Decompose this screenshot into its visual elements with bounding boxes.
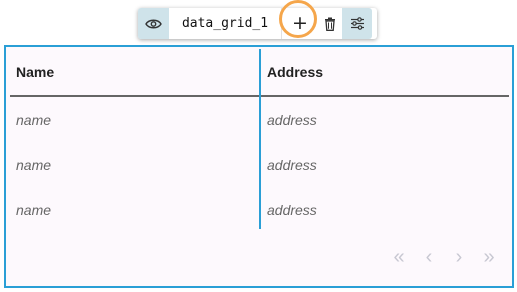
add-button[interactable]: + — [279, 0, 318, 39]
component-name-label[interactable]: data_grid_1 — [169, 8, 282, 39]
pagination: « ‹ › » — [390, 246, 498, 269]
eye-icon — [145, 19, 162, 28]
column-divider[interactable] — [259, 49, 261, 229]
highlight-ring — [279, 0, 317, 38]
next-page-button[interactable]: › — [450, 246, 468, 269]
data-grid-frame[interactable]: Name Address name address name address n… — [4, 45, 514, 288]
settings-button[interactable] — [342, 8, 372, 39]
address-cell: address — [267, 156, 317, 173]
data-grid: Name Address name address name address n… — [10, 49, 509, 232]
last-page-button[interactable]: » — [480, 246, 498, 269]
name-cell: name — [16, 201, 52, 218]
column-header-address[interactable]: Address — [260, 64, 509, 80]
first-page-button[interactable]: « — [390, 246, 408, 269]
trash-icon — [325, 17, 335, 31]
name-cell: name — [16, 111, 52, 128]
address-cell: address — [267, 201, 317, 218]
previous-page-button[interactable]: ‹ — [420, 246, 438, 269]
name-cell: name — [16, 156, 52, 173]
component-toolbar: data_grid_1 + — [138, 0, 377, 39]
sliders-icon — [350, 17, 364, 30]
visibility-toggle-button[interactable] — [138, 8, 169, 39]
column-header-name[interactable]: Name — [10, 64, 260, 80]
address-cell: address — [267, 111, 317, 128]
delete-button[interactable] — [318, 8, 342, 39]
